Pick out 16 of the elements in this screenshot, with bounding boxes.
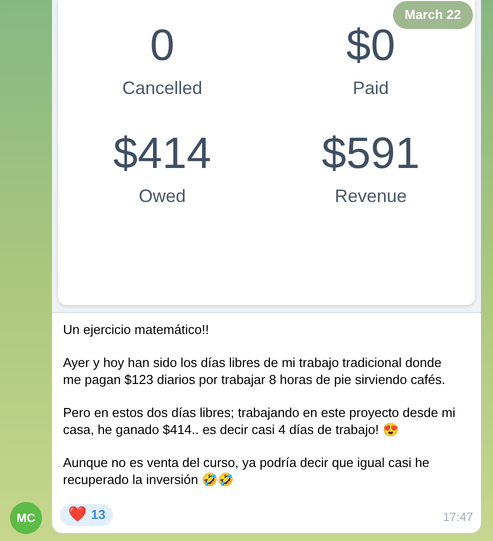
reaction-chip[interactable]: ❤ 13 (60, 504, 114, 526)
date-badge: March 22 (392, 1, 473, 28)
stat-label: Paid (352, 77, 389, 100)
message-paragraph: Pero en estos dos días libres; trabajando en este proyecto desde mi casa, he ganado $414.. es decir casi 4 días de trabajo! 😍 (63, 404, 456, 438)
message-paragraph: Aunque no es venta del curso, ya podría decir que igual casi he recuperado la inversión 🤣🤣 (63, 454, 430, 488)
stat-value: $414 (113, 128, 212, 180)
message-paragraph: Un ejercicio matemático!! (63, 321, 210, 338)
message-time: 17:47 (442, 509, 473, 526)
stat-label: Cancelled (122, 77, 202, 100)
stat-label: Revenue (334, 185, 407, 208)
stat-value: 0 (150, 20, 174, 72)
message-paragraph: Ayer y hoy han sido los días libres de mi trabajo tradicional donde me pagan $123 diarios por trabajar 8 horas de pie sirviendo cafés. (63, 354, 446, 388)
stat-value: $591 (322, 128, 420, 180)
stat-label: Owed (138, 185, 186, 208)
avatar[interactable]: MC (10, 502, 42, 534)
stat-value: $0 (346, 20, 396, 72)
